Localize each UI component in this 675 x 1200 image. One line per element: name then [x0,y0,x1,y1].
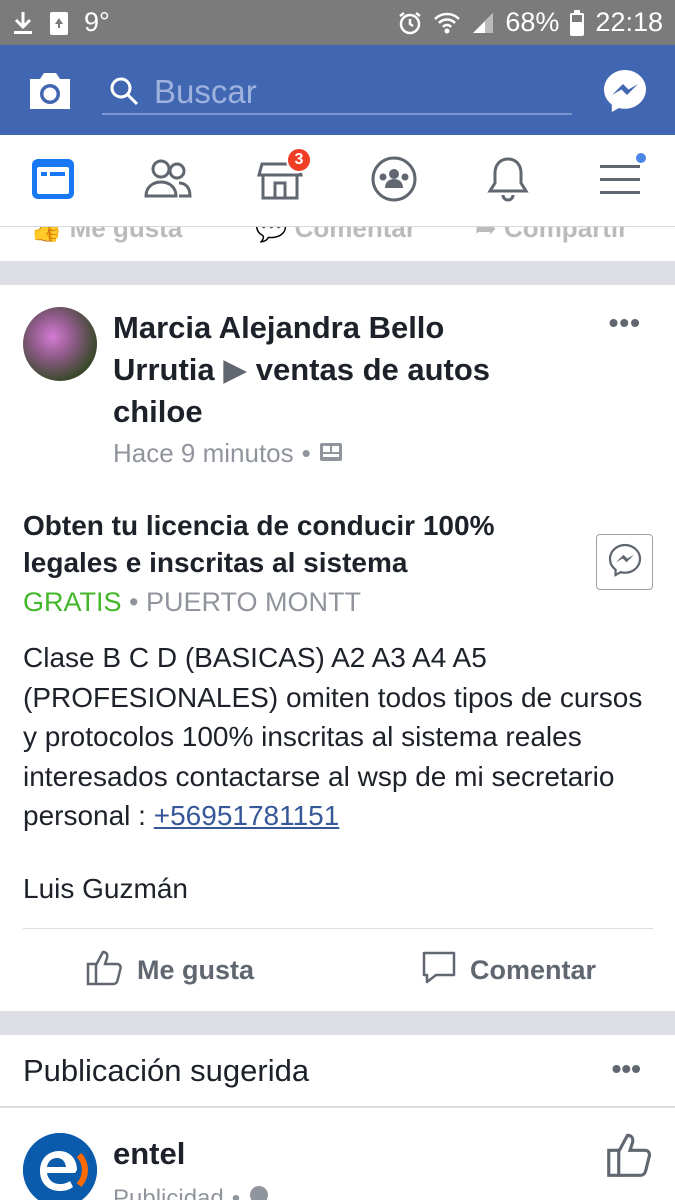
nav-news-feed[interactable] [27,155,79,207]
like-label: Me gusta [137,954,255,985]
prev-comment-label: Comentar [294,227,416,243]
post-card: Marcia Alejandra Bello Urrutia ▶ ventas … [0,285,675,1011]
suggested-post-title: Publicación sugerida [23,1053,310,1088]
phone-link[interactable]: +56951781151 [154,800,340,831]
friends-icon [143,156,193,207]
nav-groups[interactable] [368,155,420,207]
share-icon: ➦ [475,227,497,243]
globe-icon [248,1184,270,1200]
search-icon [108,75,140,107]
nav-friends[interactable] [142,155,194,207]
group-name-line2[interactable]: chiloe [113,394,203,429]
battery-icon [569,9,585,37]
author-name-line2[interactable]: Urrutia [113,352,215,387]
like-page-button[interactable] [605,1130,655,1180]
post-meta: Hace 9 minutos • [113,438,343,469]
author-name-line1[interactable]: Marcia Alejandra Bello [113,310,444,345]
listing-title[interactable]: Obten tu licencia de conducir 100% legal… [23,507,563,581]
thumbs-up-icon [605,1133,655,1182]
entel-logo[interactable] [23,1133,97,1200]
suggested-options-button[interactable]: ••• [612,1053,641,1085]
previous-post-actions: 👍 Me gusta 💬 Comentar ➦ Compartir [0,227,675,261]
menu-notification-dot [634,151,648,165]
signal-icon [471,11,495,35]
nav-marketplace[interactable]: 3 [254,147,312,207]
price-separator: • [129,587,146,617]
sponsored-label: Publicidad [113,1184,224,1200]
wifi-icon [433,10,461,36]
status-bar: 9° 68% 22:18 [0,0,675,45]
recycle-icon [48,9,70,37]
nav-bar: 3 [0,135,675,227]
nav-menu[interactable] [594,151,648,207]
search-input[interactable]: Buscar [102,65,572,115]
camera-icon[interactable] [26,67,74,113]
post-options-button[interactable]: ••• [609,307,641,339]
bell-icon [486,155,530,208]
sponsor-name[interactable]: entel [113,1136,185,1172]
suggested-post-header: Publicación sugerida ••• [0,1035,675,1107]
post-body: Clase B C D (BASICAS) A2 A3 A4 A5 (PROFE… [23,638,663,836]
comment-icon [420,948,458,993]
post-signoff: Luis Guzmán [23,873,188,904]
messenger-icon [607,542,643,583]
author-avatar[interactable] [23,307,97,381]
post-timestamp[interactable]: Hace 9 minutos [113,438,294,469]
groups-icon [369,154,419,209]
prev-like-button[interactable]: 👍 Me gusta [30,227,182,244]
news-feed-icon [29,156,77,207]
listing-price: GRATIS [23,587,122,617]
messenger-icon[interactable] [601,67,649,115]
marketplace-badge: 3 [286,147,312,173]
prev-share-button[interactable]: ➦ Compartir [475,227,628,244]
arrow-right-icon: ▶ [223,352,248,387]
suggested-post: entel Publicidad • [0,1108,675,1200]
meta-separator: • [231,1184,241,1200]
prev-comment-button[interactable]: 💬 Comentar [255,227,416,244]
prev-like-label: Me gusta [69,227,183,243]
listing-location: PUERTO MONTT [146,587,362,617]
prev-share-label: Compartir [504,227,629,243]
download-icon [12,10,34,36]
nav-notifications[interactable] [482,155,534,207]
marketplace-audience-icon [319,438,343,469]
search-placeholder: Buscar [154,73,257,110]
message-seller-button[interactable] [596,534,653,590]
post-author: Marcia Alejandra Bello Urrutia ▶ ventas … [113,307,583,433]
sponsor-sub: Publicidad • [113,1184,270,1200]
clock: 22:18 [595,7,663,37]
comment-button[interactable]: Comentar [420,950,596,990]
battery-percent: 68% [505,7,560,37]
temperature: 9° [84,7,110,37]
divider [23,928,653,929]
meta-separator: • [301,438,311,468]
listing-price-location: GRATIS • PUERTO MONTT [23,587,361,618]
like-button[interactable]: Me gusta [85,950,254,990]
group-name[interactable]: ventas de autos [256,352,490,387]
top-bar: Buscar [0,45,675,135]
alarm-icon [397,10,423,36]
comment-label: Comentar [470,954,597,985]
like-icon: 👍 [30,227,63,243]
thumbs-up-icon [85,948,125,993]
comment-icon: 💬 [255,227,288,243]
menu-icon [598,159,642,204]
